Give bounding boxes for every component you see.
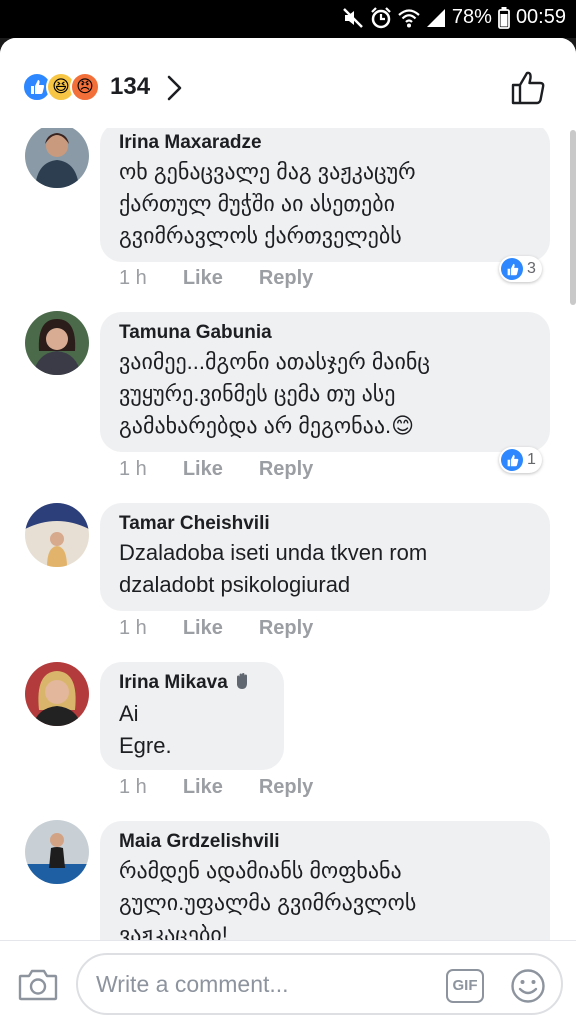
comment-bubble[interactable]: Irina Mikava Ai Egre. <box>100 662 284 770</box>
comment-timestamp: 1 h <box>119 267 147 289</box>
avatar[interactable] <box>25 503 89 567</box>
chevron-right-icon[interactable] <box>166 74 184 107</box>
wifi-icon <box>398 7 420 29</box>
comment-author[interactable]: Maia Grdzelishvili <box>119 831 532 853</box>
comment-timestamp: 1 h <box>119 617 147 639</box>
clock-time: 00:59 <box>515 6 566 28</box>
camera-icon[interactable] <box>18 967 58 1006</box>
comment-author[interactable]: Tamar Cheishvili <box>119 513 532 535</box>
reaction-count: 134 <box>110 73 151 100</box>
comments-sheet: 😆 😠 134 Irina Maxaradze ოხ გენაცვალე მაგ… <box>0 38 576 1024</box>
comment-input[interactable]: Write a comment... GIF <box>76 953 563 1015</box>
like-post-button[interactable] <box>510 70 546 111</box>
comment-reaction-count: 1 <box>527 451 536 468</box>
comment-bubble[interactable]: Tamuna Gabunia ვაიმეე...მგონი ათასჯერ მა… <box>100 312 550 452</box>
comment-author[interactable]: Irina Mikava <box>119 672 266 696</box>
thumbs-up-icon <box>511 71 545 105</box>
comment-author[interactable]: Irina Maxaradze <box>119 132 532 154</box>
battery-percent: 78% <box>451 6 492 28</box>
emoji-icon[interactable] <box>510 968 546 1009</box>
signal-icon <box>426 8 446 28</box>
comment-text: ოხ გენაცვალე მაგ ვაჟკაცურ ქართულ მუჭში ა… <box>119 159 416 248</box>
avatar[interactable] <box>25 311 89 375</box>
comment-bubble[interactable]: Irina Maxaradze ოხ გენაცვალე მაგ ვაჟკაცუ… <box>100 122 550 262</box>
reactions-header: 😆 😠 134 <box>0 38 576 128</box>
status-bar: 78% 00:59 <box>0 0 576 38</box>
comment-input-placeholder: Write a comment... <box>96 971 289 997</box>
battery-icon <box>498 6 510 29</box>
comment-text: Dzaladoba iseti unda tkven rom dzaladobt… <box>119 540 428 597</box>
gif-button[interactable]: GIF <box>446 969 484 1003</box>
like-button[interactable]: Like <box>183 776 223 799</box>
alarm-icon <box>370 6 392 29</box>
like-icon <box>501 449 523 471</box>
avatar[interactable] <box>25 820 89 884</box>
comment-composer: Write a comment... GIF <box>0 940 576 1024</box>
comment-reaction-badge[interactable]: 1 <box>499 447 542 473</box>
comment-bubble[interactable]: Tamar Cheishvili Dzaladoba iseti unda tk… <box>100 503 550 611</box>
mute-icon <box>342 7 364 29</box>
like-button[interactable]: Like <box>183 617 223 640</box>
reply-button[interactable]: Reply <box>259 617 313 640</box>
avatar[interactable] <box>25 662 89 726</box>
comment-text: ვაიმეე...მგონი ათასჯერ მაინც ვუყურე.ვინმ… <box>119 349 430 438</box>
comment-text: რამდენ ადამიანს მოფხანა გული.უფალმა გვიმ… <box>119 858 417 947</box>
reply-button[interactable]: Reply <box>259 267 313 290</box>
like-button[interactable]: Like <box>183 267 223 290</box>
avatar[interactable] <box>25 124 89 188</box>
comment-timestamp: 1 h <box>119 776 147 798</box>
comment-text: Ai Egre. <box>119 701 172 758</box>
reply-button[interactable]: Reply <box>259 776 313 799</box>
scrollbar-thumb[interactable] <box>570 130 576 305</box>
reactions-summary[interactable]: 😆 😠 134 <box>22 72 150 102</box>
angry-reaction-icon: 😠 <box>70 72 100 102</box>
reply-button[interactable]: Reply <box>259 458 313 481</box>
like-icon <box>501 258 523 280</box>
comment-reaction-count: 3 <box>527 260 536 277</box>
comment-author[interactable]: Tamuna Gabunia <box>119 322 532 344</box>
wave-icon <box>233 672 251 696</box>
comment-timestamp: 1 h <box>119 458 147 480</box>
comment-reaction-badge[interactable]: 3 <box>499 256 542 282</box>
like-button[interactable]: Like <box>183 458 223 481</box>
